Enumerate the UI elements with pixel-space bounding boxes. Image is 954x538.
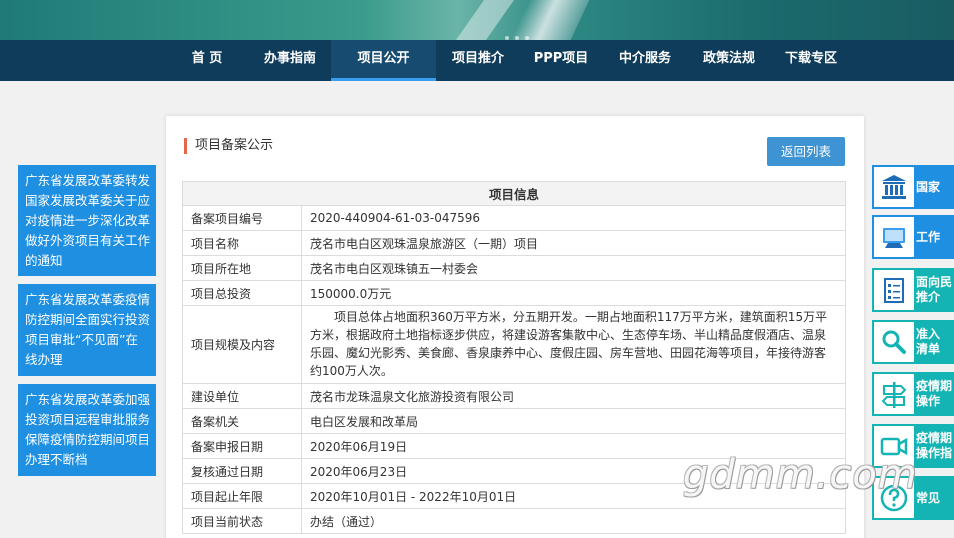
side-link-access-list[interactable]: 准入 清单 (872, 320, 954, 364)
row-key: 项目当前状态 (182, 508, 302, 534)
nav-ppp-project[interactable]: PPP项目 (527, 40, 595, 81)
header-banner (0, 0, 954, 40)
row-value: 150000.0万元 (301, 280, 846, 306)
computer-icon (874, 217, 914, 257)
panel-title: 项目备案公示 (184, 138, 273, 154)
notice-link[interactable]: 广东省发展改革委转发国家发展改革委关于应对疫情进一步深化改革做好外资项目有关工作… (18, 165, 156, 276)
side-link-label: 准入 清单 (916, 327, 941, 356)
row-value: 项目总体占地面积360万平方米，分五期开发。一期占地面积117万平方米，建筑面积… (301, 305, 846, 384)
row-key: 备案申报日期 (182, 433, 302, 459)
row-key: 项目所在地 (182, 255, 302, 281)
side-link-label: 常见 (916, 490, 941, 505)
row-value: 2020-440904-61-03-047596 (301, 205, 846, 231)
nav-downloads[interactable]: 下载专区 (775, 40, 847, 81)
row-key: 项目总投资 (182, 280, 302, 306)
row-key: 项目起止年限 (182, 483, 302, 509)
nav-policy[interactable]: 政策法规 (693, 40, 765, 81)
back-to-list-button[interactable]: 返回列表 (767, 137, 845, 166)
side-link-label: 疫情期 操作 (916, 379, 953, 408)
nav-guide[interactable]: 办事指南 (254, 40, 326, 81)
side-link-label: 面向民 推介 (916, 275, 953, 304)
table-header: 项目信息 (182, 181, 846, 206)
row-key: 备案机关 (182, 408, 302, 434)
watermark-text: gdmm.com (683, 452, 918, 498)
row-value: 茂名市电白区观珠镇五一村委会 (301, 255, 846, 281)
side-link-label: 疫情期 操作指 (916, 431, 953, 460)
row-key: 复核通过日期 (182, 458, 302, 484)
table-row: 项目总投资 150000.0万元 (182, 280, 846, 306)
row-key: 建设单位 (182, 383, 302, 409)
side-link-national[interactable]: 国家 (872, 165, 954, 209)
row-key: 备案项目编号 (182, 205, 302, 231)
table-row: 项目当前状态 办结（通过） (182, 508, 846, 534)
banner-bridge-graphic (510, 0, 590, 40)
government-building-icon (874, 167, 914, 207)
row-key: 项目名称 (182, 230, 302, 256)
nav-project-promotion[interactable]: 项目推介 (442, 40, 514, 81)
search-icon (874, 322, 914, 362)
side-link-private-promotion[interactable]: 面向民 推介 (872, 268, 954, 312)
notice-link[interactable]: 广东省发展改革委疫情防控期间全面实行投资项目审批“不见面”在线办理 (18, 284, 156, 376)
table-row: 项目规模及内容 项目总体占地面积360万平方米，分五期开发。一期占地面积117万平… (182, 305, 846, 384)
document-list-icon (874, 270, 914, 310)
side-link-epidemic-operation[interactable]: 疫情期 操作 (872, 372, 954, 416)
side-link-work[interactable]: 工作 (872, 215, 954, 259)
table-row: 建设单位 茂名市龙珠温泉文化旅游投资有限公司 (182, 383, 846, 409)
nav-project-disclosure[interactable]: 项目公开 (331, 40, 436, 81)
table-row: 备案机关 电白区发展和改革局 (182, 408, 846, 434)
notice-link[interactable]: 广东省发展改革委加强投资项目远程审批服务保障疫情防控期间项目办理不断档 (18, 384, 156, 476)
table-row: 项目所在地 茂名市电白区观珠镇五一村委会 (182, 255, 846, 281)
nav-home[interactable]: 首 页 (178, 40, 236, 81)
signpost-icon (874, 374, 914, 414)
side-link-label: 国家 (916, 179, 941, 194)
banner-bridge-graphic (455, 0, 515, 40)
row-key: 项目规模及内容 (182, 305, 302, 384)
nav-agency-service[interactable]: 中介服务 (609, 40, 681, 81)
row-value: 办结（通过） (301, 508, 846, 534)
row-value: 茂名市电白区观珠温泉旅游区（一期）项目 (301, 230, 846, 256)
row-value: 电白区发展和改革局 (301, 408, 846, 434)
main-nav: 首 页 办事指南 项目公开 项目推介 PPP项目 中介服务 政策法规 下载专区 (0, 40, 954, 81)
table-row: 备案项目编号 2020-440904-61-03-047596 (182, 205, 846, 231)
row-value: 茂名市龙珠温泉文化旅游投资有限公司 (301, 383, 846, 409)
side-link-label: 工作 (916, 229, 941, 244)
table-row: 项目名称 茂名市电白区观珠温泉旅游区（一期）项目 (182, 230, 846, 256)
